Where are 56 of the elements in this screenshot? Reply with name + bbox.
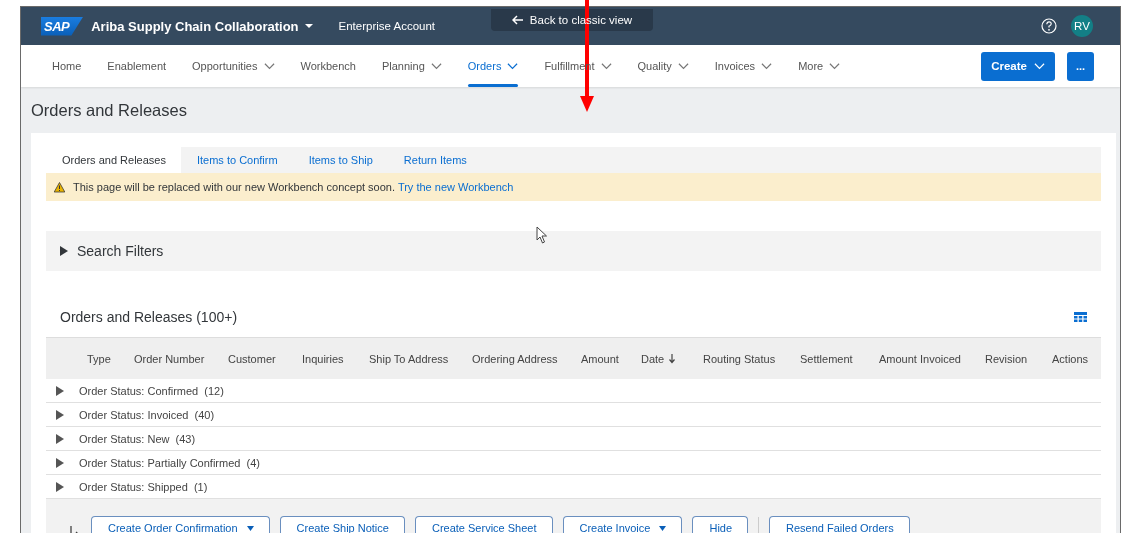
action-button[interactable]: Create Invoice	[562, 516, 683, 533]
column-header[interactable]: Type	[74, 352, 121, 365]
expand-triangle-icon	[55, 433, 65, 444]
column-header[interactable]: Date	[628, 352, 690, 365]
chevron-down-icon	[1034, 60, 1045, 72]
sort-descending-icon	[668, 353, 677, 364]
tab[interactable]: Orders and Releases	[46, 147, 181, 173]
table-title: Orders and Releases (100+)	[60, 309, 238, 325]
page-title: Orders and Releases	[31, 100, 187, 120]
account-label: Enterprise Account	[338, 20, 436, 32]
warning-icon	[54, 181, 65, 193]
user-avatar[interactable]: RV	[1071, 15, 1093, 37]
expand-triangle-icon	[55, 481, 65, 492]
action-button[interactable]: Hide	[692, 516, 749, 533]
column-header[interactable]: Customer	[215, 352, 289, 365]
column-header[interactable]: Amount Invoiced	[866, 352, 972, 365]
column-header[interactable]: Order Number	[121, 352, 215, 365]
expand-triangle-icon	[55, 457, 65, 468]
nav-tab[interactable]: Orders	[454, 45, 532, 87]
arrow-left-icon	[511, 14, 524, 26]
column-header[interactable]: Ship To Address	[356, 352, 459, 365]
tab[interactable]: Items to Confirm	[180, 147, 293, 173]
create-button[interactable]: Create	[981, 51, 1055, 81]
action-button[interactable]: Create Service Sheet	[414, 516, 553, 533]
expand-triangle-icon	[55, 385, 65, 396]
notice-text: This page will be replaced with our new Workbench concept soon. Try the new Workbench	[73, 181, 514, 193]
nav-tab[interactable]: Home	[39, 45, 95, 87]
nav-tab[interactable]: More	[785, 45, 854, 87]
column-header[interactable]: Revision	[972, 352, 1039, 365]
column-header[interactable]: Inquiries	[289, 352, 356, 365]
sap-logo: SAP	[41, 16, 84, 36]
help-icon[interactable]	[1041, 18, 1057, 34]
nav-tab[interactable]: Enablement	[94, 45, 180, 87]
mouse-cursor-icon	[536, 226, 548, 244]
expand-triangle-icon	[59, 246, 69, 256]
tab[interactable]: Items to Ship	[292, 147, 388, 173]
tab[interactable]: Return Items	[387, 147, 482, 173]
expand-triangle-icon	[55, 409, 65, 420]
column-header[interactable]: Settlement	[787, 352, 866, 365]
caret-icon	[304, 23, 313, 29]
column-header[interactable]: Amount	[568, 352, 628, 365]
search-filters-header[interactable]: Search Filters	[46, 231, 1101, 271]
action-button[interactable]: Resend Failed Orders	[769, 516, 910, 533]
column-header[interactable]: Actions	[1039, 352, 1101, 365]
action-button[interactable]: Create Order Confirmation	[91, 516, 270, 533]
column-header[interactable]: Routing Status	[690, 352, 787, 365]
workbench-link[interactable]: Try the new Workbench	[397, 181, 514, 193]
nav-tab[interactable]: Invoices	[701, 45, 786, 87]
column-header[interactable]: Ordering Address	[459, 352, 568, 365]
product-menu[interactable]: Ariba Supply Chain Collaboration	[91, 18, 313, 34]
more-actions-button[interactable]: ...	[1067, 51, 1094, 81]
nav-tab[interactable]: Workbench	[287, 45, 369, 87]
nav-tab[interactable]: Planning	[368, 45, 455, 87]
nav-tab[interactable]: Opportunities	[179, 45, 288, 87]
nav-tab[interactable]: Quality	[624, 45, 702, 87]
table-settings-icon	[1074, 312, 1087, 322]
